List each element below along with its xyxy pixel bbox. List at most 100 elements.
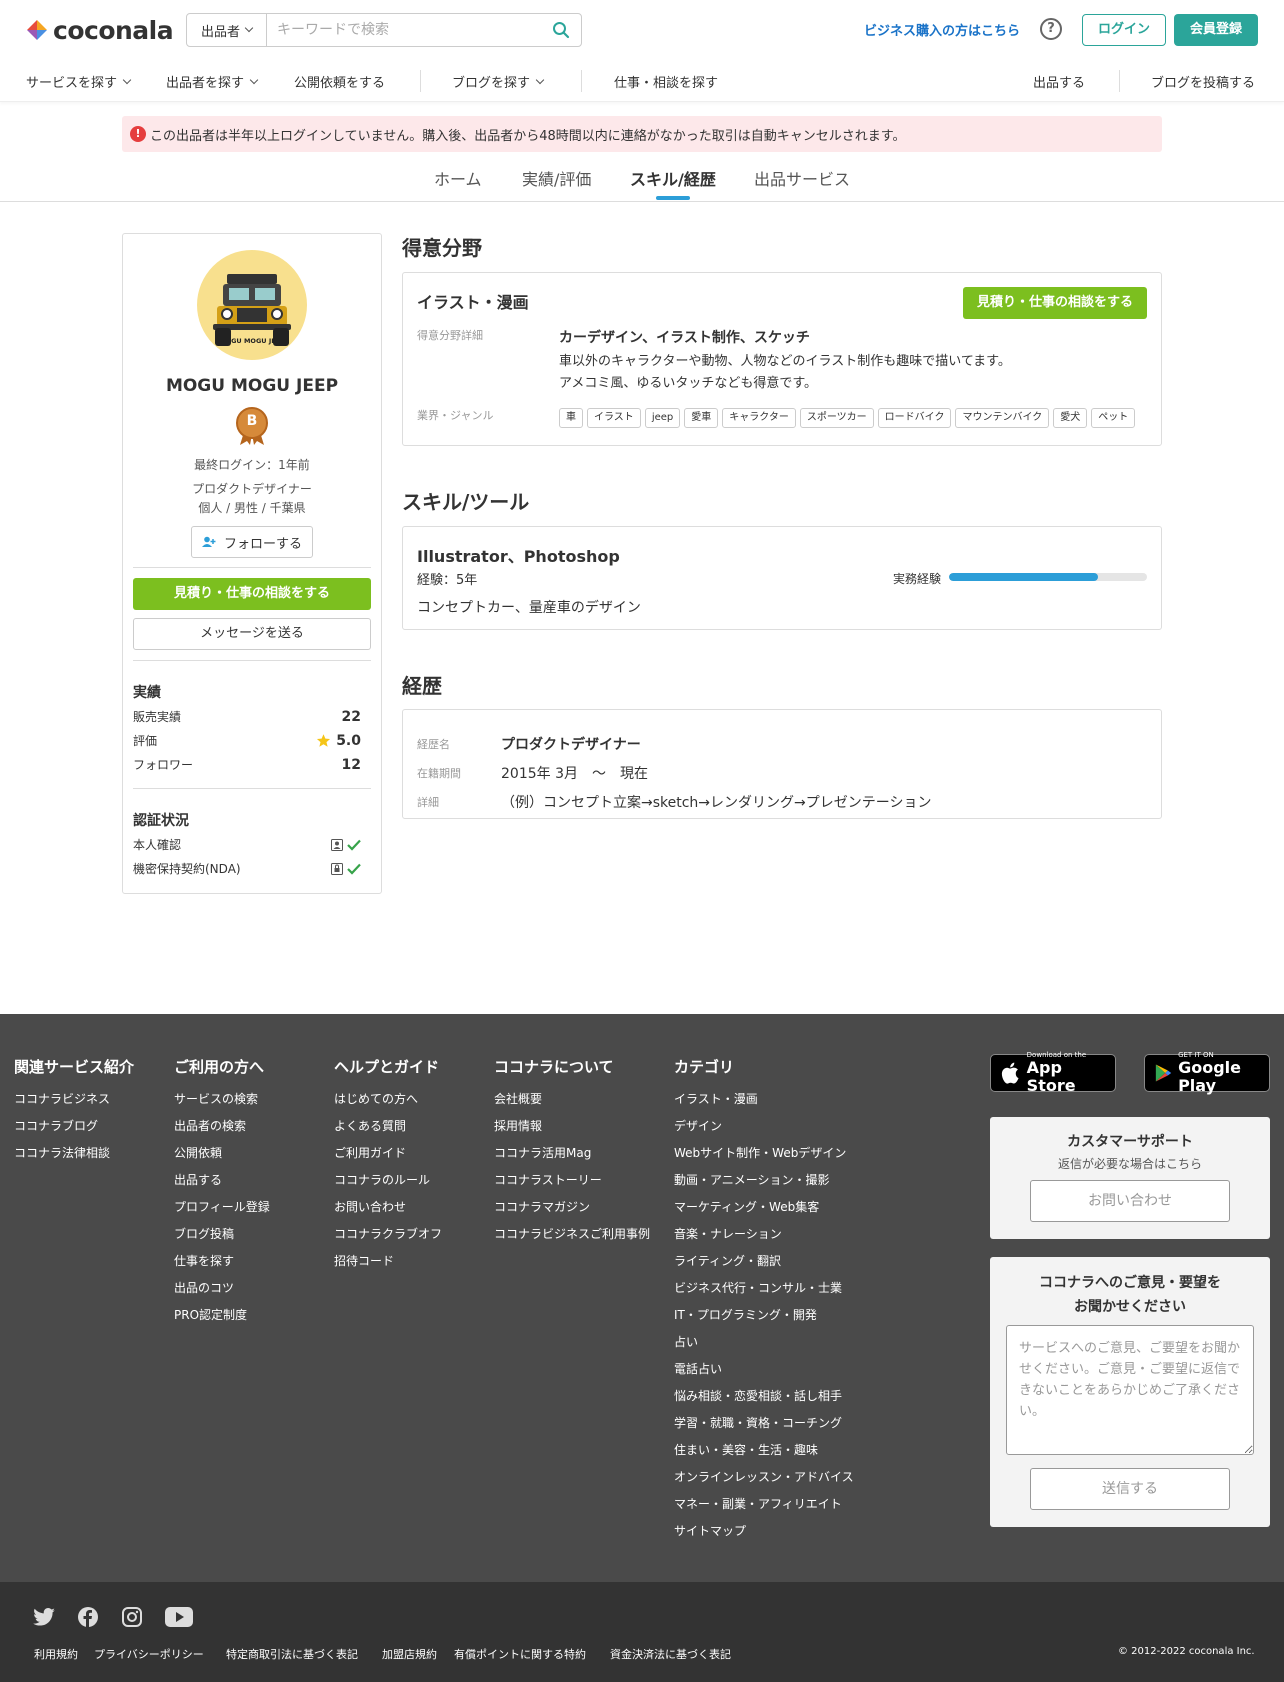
footer-link[interactable]: ココナラ法律相談 bbox=[14, 1145, 134, 1172]
nav-find-sellers[interactable]: 出品者を探す bbox=[166, 72, 259, 91]
footer-legal-link[interactable]: 資金決済法に基づく表記 bbox=[610, 1646, 731, 1662]
avatar-caption: MOGU MOGU JEEP bbox=[219, 337, 285, 345]
nav-public-request[interactable]: 公開依頼をする bbox=[294, 72, 385, 91]
footer-link[interactable]: ブログ投稿 bbox=[174, 1226, 270, 1253]
contact-button[interactable]: お問い合わせ bbox=[1030, 1180, 1230, 1222]
genre-tag[interactable]: jeep bbox=[644, 408, 681, 428]
stat-label: 販売実績 bbox=[133, 710, 182, 724]
genre-tag[interactable]: イラスト bbox=[587, 408, 641, 428]
footer-legal-link[interactable]: 特定商取引法に基づく表記 bbox=[226, 1646, 358, 1662]
footer-link[interactable]: Webサイト制作・Webデザイン bbox=[674, 1145, 854, 1172]
footer-link[interactable]: ライティング・翻訳 bbox=[674, 1253, 854, 1280]
app-store-badge[interactable]: Download on the App Store bbox=[990, 1051, 1116, 1095]
footer-link[interactable]: オンラインレッスン・アドバイス bbox=[674, 1469, 854, 1496]
footer-link[interactable]: プロフィール登録 bbox=[174, 1199, 270, 1226]
search-button[interactable] bbox=[541, 14, 581, 46]
footer-link[interactable]: 音楽・ナレーション bbox=[674, 1226, 854, 1253]
genre-tag[interactable]: スポーツカー bbox=[799, 408, 874, 428]
tab-skills-career[interactable]: スキル/経歴 bbox=[630, 166, 716, 200]
footer-legal-link[interactable]: 加盟店規約 bbox=[382, 1646, 437, 1662]
nav-find-jobs[interactable]: 仕事・相談を探す bbox=[614, 72, 718, 91]
footer-link[interactable]: 出品する bbox=[174, 1172, 270, 1199]
tab-services[interactable]: 出品サービス bbox=[754, 166, 850, 190]
footer-link[interactable]: マーケティング・Web集客 bbox=[674, 1199, 854, 1226]
footer-link[interactable]: ご利用ガイド bbox=[334, 1145, 442, 1172]
footer-link[interactable]: 悩み相談・恋愛相談・話し相手 bbox=[674, 1388, 854, 1415]
help-icon[interactable]: ? bbox=[1040, 18, 1062, 40]
footer-link[interactable]: ココナラビジネスご利用事例 bbox=[494, 1226, 650, 1253]
footer-link[interactable]: ココナラストーリー bbox=[494, 1172, 650, 1199]
nav-find-services[interactable]: サービスを探す bbox=[26, 72, 132, 91]
facebook-icon[interactable] bbox=[75, 1604, 101, 1630]
genre-tag[interactable]: 愛車 bbox=[684, 408, 719, 428]
search-bar: 出品者 bbox=[186, 13, 582, 47]
nav-post-blog[interactable]: ブログを投稿する bbox=[1151, 72, 1255, 91]
footer-link[interactable]: 学習・就職・資格・コーチング bbox=[674, 1415, 854, 1442]
footer-link[interactable]: 仕事を探す bbox=[174, 1253, 270, 1280]
twitter-icon[interactable] bbox=[31, 1604, 57, 1630]
google-play-badge[interactable]: GET IT ON Google Play bbox=[1144, 1051, 1270, 1095]
footer-link[interactable]: ココナラマガジン bbox=[494, 1199, 650, 1226]
feedback-textarea[interactable] bbox=[1006, 1325, 1254, 1455]
footer-legal-link[interactable]: 有償ポイントに関する特約 bbox=[454, 1646, 586, 1662]
footer-link[interactable]: デザイン bbox=[674, 1118, 854, 1145]
footer-link[interactable]: ココナラのルール bbox=[334, 1172, 442, 1199]
footer-link[interactable]: サービスの検索 bbox=[174, 1091, 270, 1118]
skill-name: Illustrator、Photoshop bbox=[417, 547, 620, 566]
footer-link[interactable]: よくある質問 bbox=[334, 1118, 442, 1145]
check-icon bbox=[347, 863, 361, 875]
footer-link[interactable]: 出品者の検索 bbox=[174, 1118, 270, 1145]
footer-link[interactable]: 会社概要 bbox=[494, 1091, 650, 1118]
footer-link[interactable]: マネー・副業・アフィリエイト bbox=[674, 1496, 854, 1523]
footer-link[interactable]: 出品のコツ bbox=[174, 1280, 270, 1307]
genre-tag[interactable]: 愛犬 bbox=[1053, 408, 1088, 428]
login-button[interactable]: ログイン bbox=[1082, 14, 1166, 46]
nav-find-blogs[interactable]: ブログを探す bbox=[452, 72, 545, 91]
footer-link[interactable]: お問い合わせ bbox=[334, 1199, 442, 1226]
footer-link[interactable]: ビジネス代行・コンサル・士業 bbox=[674, 1280, 854, 1307]
footer-link[interactable]: 招待コード bbox=[334, 1253, 442, 1280]
footer-legal-link[interactable]: プライバシーポリシー bbox=[94, 1646, 204, 1662]
footer-link[interactable]: 採用情報 bbox=[494, 1118, 650, 1145]
instagram-icon[interactable] bbox=[119, 1604, 145, 1630]
footer-link[interactable]: IT・プログラミング・開発 bbox=[674, 1307, 854, 1334]
search-input[interactable] bbox=[267, 15, 541, 45]
genre-tag[interactable]: ロードバイク bbox=[877, 408, 952, 428]
tab-results-reviews[interactable]: 実績/評価 bbox=[522, 166, 591, 190]
youtube-icon[interactable] bbox=[164, 1604, 194, 1630]
business-purchase-link[interactable]: ビジネス購入の方はこちら bbox=[864, 20, 1020, 39]
footer-link[interactable]: サイトマップ bbox=[674, 1523, 854, 1550]
register-button[interactable]: 会員登録 bbox=[1174, 14, 1258, 46]
footer-link[interactable]: 動画・アニメーション・撮影 bbox=[674, 1172, 854, 1199]
tab-home[interactable]: ホーム bbox=[434, 166, 482, 190]
feedback-title: ココナラへのご意見・要望を bbox=[1039, 1275, 1221, 1291]
send-message-button[interactable]: メッセージを送る bbox=[133, 618, 371, 650]
verify-label: 機密保持契約(NDA) bbox=[133, 862, 241, 876]
footer-link[interactable]: ココナラクラブオフ bbox=[334, 1226, 442, 1253]
genre-tag[interactable]: ペット bbox=[1091, 408, 1136, 428]
footer-link[interactable]: ココナラビジネス bbox=[14, 1091, 134, 1118]
consult-button[interactable]: 見積り・仕事の相談をする bbox=[963, 287, 1147, 319]
genre-tag[interactable]: キャラクター bbox=[722, 408, 796, 428]
logo[interactable]: coconala bbox=[25, 16, 174, 45]
stat-value: 5.0 bbox=[336, 732, 361, 749]
follow-button[interactable]: フォローする bbox=[191, 526, 313, 558]
consult-button[interactable]: 見積り・仕事の相談をする bbox=[133, 578, 371, 610]
footer-link[interactable]: はじめての方へ bbox=[334, 1091, 442, 1118]
star-icon bbox=[317, 734, 331, 747]
footer-link[interactable]: PRO認定制度 bbox=[174, 1307, 270, 1334]
nav-sell[interactable]: 出品する bbox=[1033, 72, 1085, 91]
footer-link[interactable]: 住まい・美容・生活・趣味 bbox=[674, 1442, 854, 1469]
footer-link[interactable]: 電話占い bbox=[674, 1361, 854, 1388]
skill-level-fill bbox=[949, 573, 1098, 581]
genre-tag[interactable]: 車 bbox=[559, 408, 583, 428]
feedback-submit-button[interactable]: 送信する bbox=[1030, 1468, 1230, 1510]
genre-tag[interactable]: マウンテンバイク bbox=[955, 408, 1050, 428]
footer-legal-link[interactable]: 利用規約 bbox=[34, 1646, 78, 1662]
footer-link[interactable]: 公開依頼 bbox=[174, 1145, 270, 1172]
footer-link[interactable]: イラスト・漫画 bbox=[674, 1091, 854, 1118]
search-type-select[interactable]: 出品者 bbox=[187, 14, 267, 46]
footer-link[interactable]: 占い bbox=[674, 1334, 854, 1361]
footer-link[interactable]: ココナラブログ bbox=[14, 1118, 134, 1145]
footer-link[interactable]: ココナラ活用Mag bbox=[494, 1145, 650, 1172]
